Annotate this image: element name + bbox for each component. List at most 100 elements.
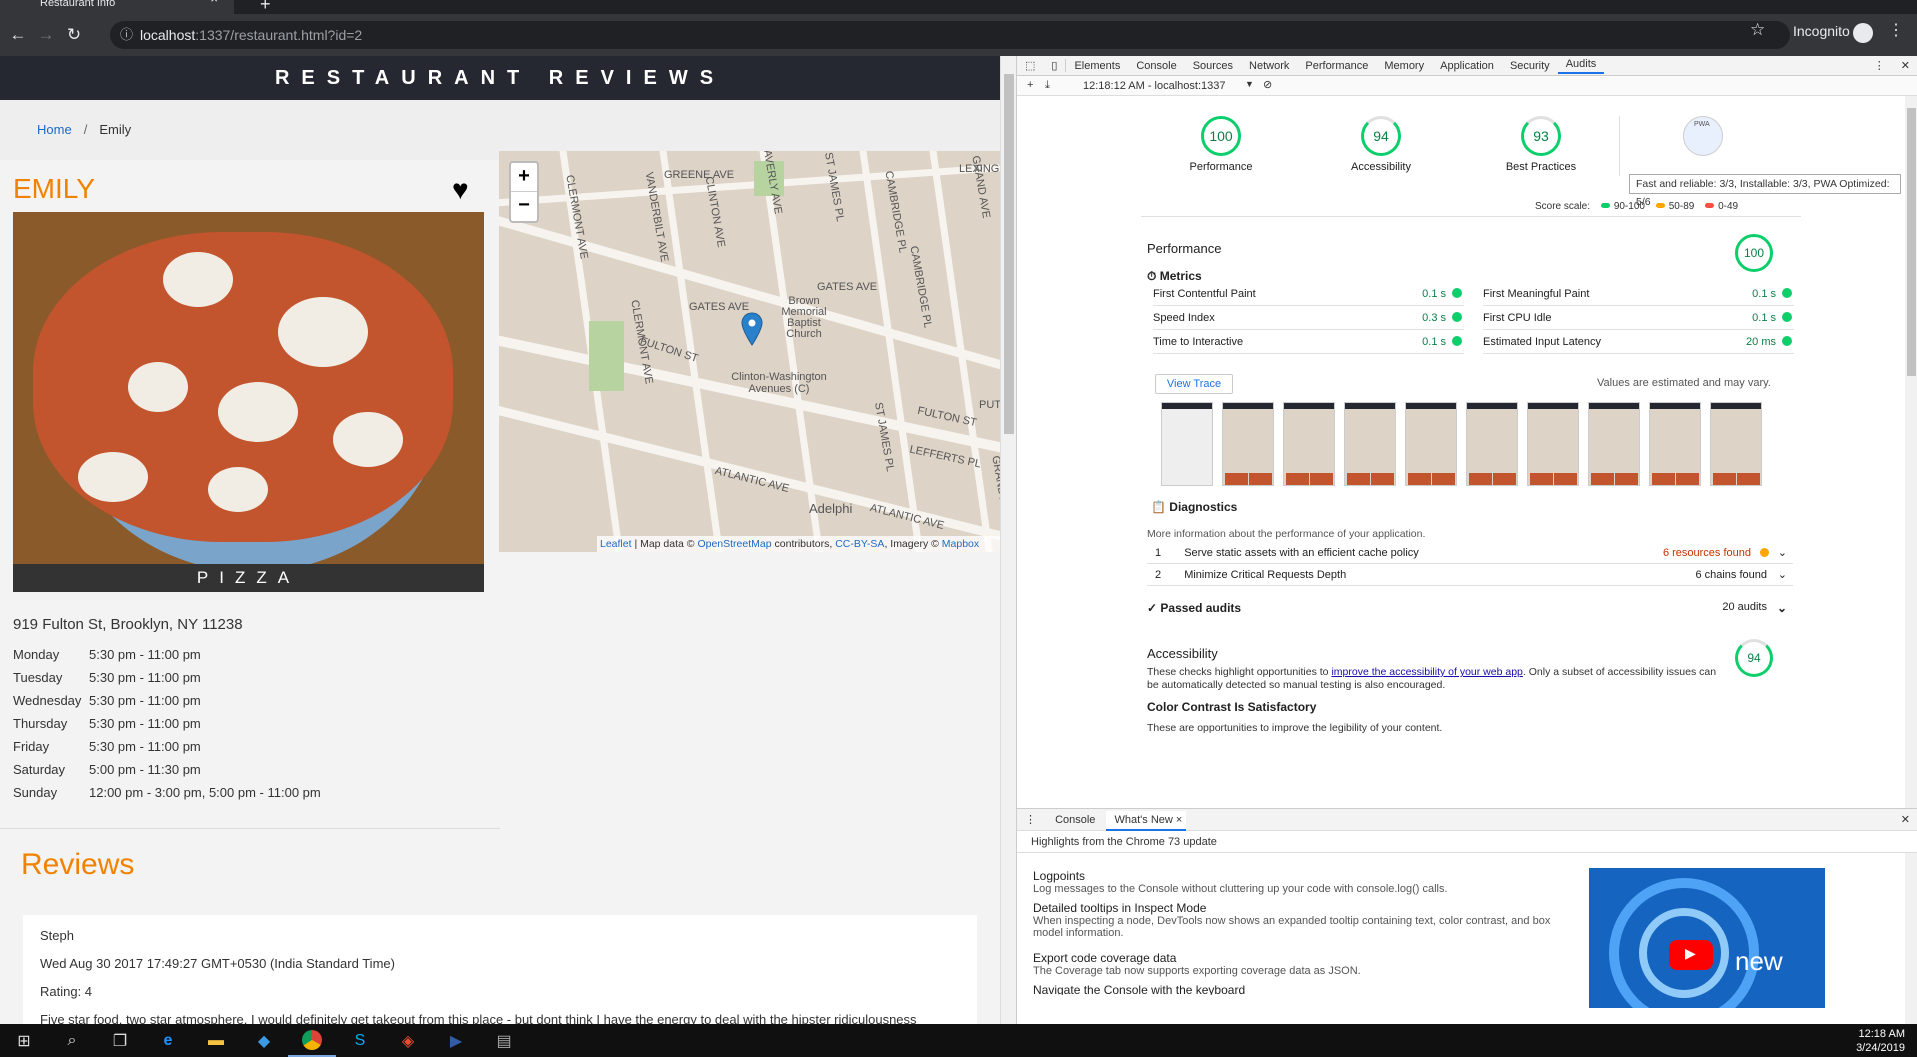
tab-title: Restaurant Info xyxy=(40,0,116,9)
mapbox-link[interactable]: Mapbox xyxy=(942,538,979,550)
chevron-down-icon[interactable]: ⌄ xyxy=(1778,542,1787,564)
vscode-icon[interactable]: ◆ xyxy=(240,1024,288,1057)
hours-table: Monday 5:30 pm - 11:00 pm Tuesday 5:30 pm … xyxy=(13,647,321,808)
hours-time: 5:30 pm - 11:00 pm xyxy=(89,716,201,731)
passed-audits-row[interactable]: ✓ Passed audits 20 audits ⌄ xyxy=(1147,601,1793,615)
report-scrollbar[interactable] xyxy=(1905,96,1917,808)
score-scale: Score scale: 90-100 50-89 0-49 xyxy=(1535,201,1738,212)
accessibility-section-title: Accessibility xyxy=(1147,646,1218,661)
browser-tab[interactable]: Restaurant Info × xyxy=(0,0,234,14)
diagnostics-title-label: Diagnostics xyxy=(1169,500,1238,514)
audits-toolbar: + ⤓ 12:18:12 AM - localhost:1337 ▼ ⊘ xyxy=(1017,76,1917,96)
chrome-73-video[interactable]: ▶ new xyxy=(1589,868,1825,1008)
news-item[interactable]: Navigate the Console with the keyboard xyxy=(1033,983,1553,995)
tab-audits[interactable]: Audits xyxy=(1557,58,1605,74)
news-item[interactable]: Logpoints Log messages to the Console wit… xyxy=(1033,869,1553,895)
site-header: RESTAURANT REVIEWS xyxy=(0,56,1000,100)
leaflet-link[interactable]: Leaflet xyxy=(600,538,632,550)
site-info-icon[interactable]: ⓘ xyxy=(120,21,133,49)
diagnostic-name: Serve static assets with an efficient ca… xyxy=(1184,547,1419,559)
reload-icon[interactable]: ↻ xyxy=(60,25,88,45)
cc-link[interactable]: CC-BY-SA xyxy=(835,538,884,550)
news-item[interactable]: Export code coverage data The Coverage ta… xyxy=(1033,951,1553,977)
device-toolbar-icon[interactable]: ▯ xyxy=(1043,59,1067,72)
taskbar-clock[interactable]: 12:18 AM 3/24/2019 xyxy=(1856,1027,1905,1055)
metric-name: Speed Index xyxy=(1153,312,1215,324)
chevron-down-icon[interactable]: ⌄ xyxy=(1778,564,1787,586)
app-icon[interactable]: ▤ xyxy=(480,1024,528,1057)
zoom-out-button[interactable]: − xyxy=(511,192,537,221)
search-icon[interactable]: ⌕ xyxy=(48,1024,96,1057)
git-icon[interactable]: ◈ xyxy=(384,1024,432,1057)
devtools-menu-icon[interactable]: ⋮ xyxy=(1866,59,1893,72)
tab-security[interactable]: Security xyxy=(1502,60,1558,72)
edge-icon[interactable]: e xyxy=(144,1024,192,1057)
map-label: CAMBRIDGE PL xyxy=(882,170,909,254)
tab-network[interactable]: Network xyxy=(1241,60,1297,72)
inspect-icon[interactable]: ⬚ xyxy=(1017,59,1043,72)
drawer-tab-whats-new[interactable]: What's New × xyxy=(1106,811,1187,831)
news-title: Navigate the Console with the keyboard xyxy=(1033,983,1246,995)
close-tab-icon[interactable]: × xyxy=(210,0,218,5)
devtools-panel: ⬚ ▯ Elements Console Sources Network Per… xyxy=(1016,56,1917,1025)
drawer-menu-icon[interactable]: ⋮ xyxy=(1017,814,1044,826)
zoom-in-button[interactable]: + xyxy=(511,163,537,192)
devtools-drawer: ⋮ Console What's New × ✕ Highlights from… xyxy=(1017,808,1917,1025)
gauge-label: Accessibility xyxy=(1351,161,1411,173)
task-view-icon[interactable]: ❐ xyxy=(96,1024,144,1057)
clear-icon[interactable]: ⊘ xyxy=(1263,78,1272,91)
drawer-tab-console[interactable]: Console xyxy=(1047,814,1103,826)
accessibility-gauge[interactable]: 94 xyxy=(1361,116,1401,156)
report-selector[interactable]: 12:18:12 AM - localhost:1337 xyxy=(1083,80,1225,92)
restaurant-map[interactable]: GREENE AVE GATES AVE GATES AVE FULTON ST… xyxy=(499,151,1000,552)
news-item[interactable]: Detailed tooltips in Inspect Mode When in… xyxy=(1033,901,1553,939)
favorite-heart-icon[interactable]: ♥ xyxy=(452,174,469,206)
back-icon[interactable]: ← xyxy=(4,25,32,45)
download-icon[interactable]: ⤓ xyxy=(1045,79,1050,92)
view-trace-button[interactable]: View Trace xyxy=(1155,374,1233,394)
best-practices-gauge[interactable]: 93 xyxy=(1521,116,1561,156)
score-scale-average: 50-89 xyxy=(1668,201,1695,212)
map-label: GATES AVE xyxy=(817,281,878,293)
skype-icon[interactable]: S xyxy=(336,1024,384,1057)
hours-day: Saturday xyxy=(13,762,66,777)
chevron-down-icon[interactable]: ⌄ xyxy=(1777,601,1787,615)
review-author: Steph xyxy=(40,928,74,943)
breadcrumb-home-link[interactable]: Home xyxy=(37,122,72,137)
tab-elements[interactable]: Elements xyxy=(1066,60,1128,72)
metric-value: 0.1 s xyxy=(1422,288,1446,300)
tab-console[interactable]: Console xyxy=(1128,60,1184,72)
hours-time: 5:30 pm - 11:00 pm xyxy=(89,739,201,754)
powershell-icon[interactable]: ▶ xyxy=(432,1024,480,1057)
map-marker-icon[interactable] xyxy=(740,312,764,346)
tab-performance[interactable]: Performance xyxy=(1297,60,1376,72)
new-tab-icon[interactable]: + xyxy=(260,0,271,15)
menu-icon[interactable]: ⋮ xyxy=(1888,20,1904,40)
bookmark-star-icon[interactable]: ☆ xyxy=(1750,20,1765,40)
forward-icon[interactable]: → xyxy=(32,25,60,45)
dropdown-icon[interactable]: ▼ xyxy=(1245,79,1254,89)
accessibility-link[interactable]: improve the accessibility of your web ap… xyxy=(1331,666,1522,678)
incognito-icon[interactable] xyxy=(1853,23,1873,43)
osm-link[interactable]: OpenStreetMap xyxy=(697,538,771,550)
section-divider xyxy=(0,828,500,829)
diagnostic-row[interactable]: 2 Minimize Critical Requests Depth 6 cha… xyxy=(1147,564,1793,586)
drawer-scrollbar[interactable] xyxy=(1905,853,1917,1025)
close-drawer-icon[interactable]: ✕ xyxy=(1901,809,1910,831)
performance-gauge[interactable]: 100 xyxy=(1201,116,1241,156)
diagnostic-row[interactable]: 1 Serve static assets with an efficient … xyxy=(1147,542,1793,564)
tab-sources[interactable]: Sources xyxy=(1185,60,1241,72)
file-explorer-icon[interactable]: ▬ xyxy=(192,1024,240,1057)
tab-application[interactable]: Application xyxy=(1432,60,1502,72)
chrome-icon[interactable] xyxy=(288,1024,336,1057)
review-date: Wed Aug 30 2017 17:49:27 GMT+0530 (India… xyxy=(40,956,395,971)
close-tab-icon[interactable]: × xyxy=(1176,814,1182,826)
youtube-play-icon[interactable]: ▶ xyxy=(1669,940,1713,970)
address-bar[interactable]: ⓘ localhost:1337/restaurant.html?id=2 xyxy=(110,21,1790,49)
tab-memory[interactable]: Memory xyxy=(1376,60,1432,72)
new-audit-icon[interactable]: + xyxy=(1027,79,1033,91)
pwa-badge-icon[interactable]: PWA xyxy=(1683,116,1723,156)
start-icon[interactable]: ⊞ xyxy=(0,1024,48,1057)
page-scrollbar[interactable] xyxy=(1000,56,1016,1024)
close-devtools-icon[interactable]: ✕ xyxy=(1893,59,1917,72)
